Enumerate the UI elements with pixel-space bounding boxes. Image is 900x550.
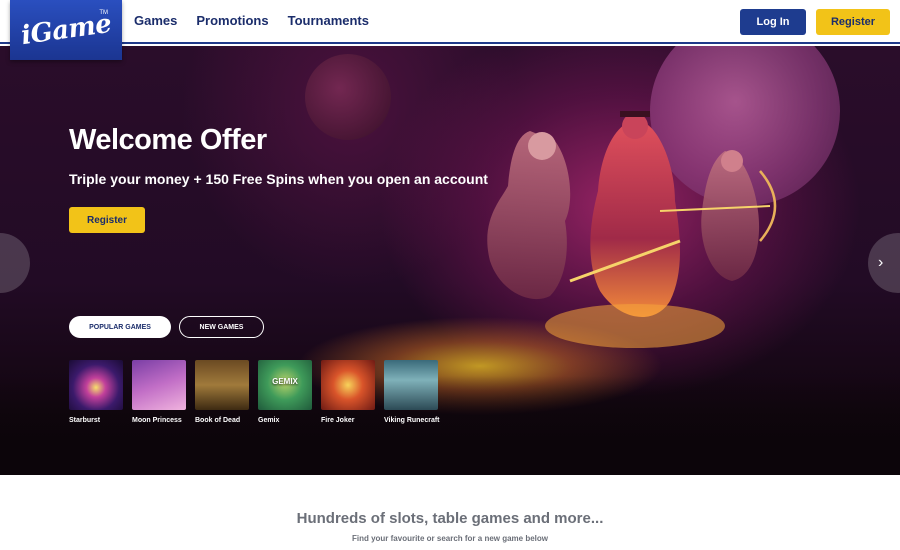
nav-tournaments[interactable]: Tournaments: [288, 13, 369, 28]
site-header: iGame TM Games Promotions Tournaments Lo…: [0, 0, 900, 60]
warriors-illustration: [487, 111, 777, 348]
game-thumbnail[interactable]: [384, 360, 438, 410]
nav-games[interactable]: Games: [134, 13, 177, 28]
game-tile-gemix[interactable]: GEMIX Gemix: [258, 360, 312, 424]
gemix-thumb-label: GEMIX: [272, 377, 298, 386]
game-thumbnail[interactable]: [132, 360, 186, 410]
game-list: Starburst Moon Princess Book of Dead GEM…: [69, 360, 440, 424]
game-name[interactable]: Starburst: [69, 417, 123, 424]
tab-new-games[interactable]: NEW GAMES: [179, 316, 264, 338]
game-name[interactable]: Moon Princess: [132, 417, 186, 424]
game-thumbnail[interactable]: [195, 360, 249, 410]
carousel-next-button[interactable]: ›: [868, 233, 900, 293]
planet-decoration: [305, 54, 391, 140]
logo-trademark: TM: [99, 10, 108, 16]
game-tile-moon-princess[interactable]: Moon Princess: [132, 360, 186, 424]
game-tile-starburst[interactable]: Starburst: [69, 360, 123, 424]
game-thumbnail[interactable]: GEMIX: [258, 360, 312, 410]
login-button[interactable]: Log In: [740, 9, 806, 35]
game-name[interactable]: Fire Joker: [321, 417, 375, 424]
game-name[interactable]: Viking Runecraft: [384, 417, 440, 424]
tab-popular-games[interactable]: POPULAR GAMES: [69, 316, 171, 338]
igame-logo[interactable]: iGame TM: [10, 0, 122, 60]
hero-subtitle: Triple your money + 150 Free Spins when …: [69, 171, 488, 187]
nav-promotions[interactable]: Promotions: [196, 13, 268, 28]
game-name[interactable]: Gemix: [258, 417, 312, 424]
section-subtitle: Find your favourite or search for a new …: [351, 534, 549, 543]
main-nav: Games Promotions Tournaments: [134, 13, 369, 28]
hero-register-button[interactable]: Register: [69, 207, 145, 233]
carousel-prev-button[interactable]: [0, 233, 30, 293]
game-tile-fire-joker[interactable]: Fire Joker: [321, 360, 375, 424]
hero-title: Welcome Offer: [69, 124, 267, 156]
game-thumbnail[interactable]: [321, 360, 375, 410]
game-name[interactable]: Book of Dead: [195, 417, 249, 424]
chevron-right-icon: ›: [878, 254, 884, 271]
register-button-header[interactable]: Register: [816, 9, 890, 35]
game-tile-book-of-dead[interactable]: Book of Dead: [195, 360, 249, 424]
game-tile-viking-runecraft[interactable]: Viking Runecraft: [384, 360, 440, 424]
hero-banner: Welcome Offer Triple your money + 150 Fr…: [0, 46, 900, 475]
game-thumbnail[interactable]: [69, 360, 123, 410]
section-title: Hundreds of slots, table games and more.…: [296, 510, 604, 527]
